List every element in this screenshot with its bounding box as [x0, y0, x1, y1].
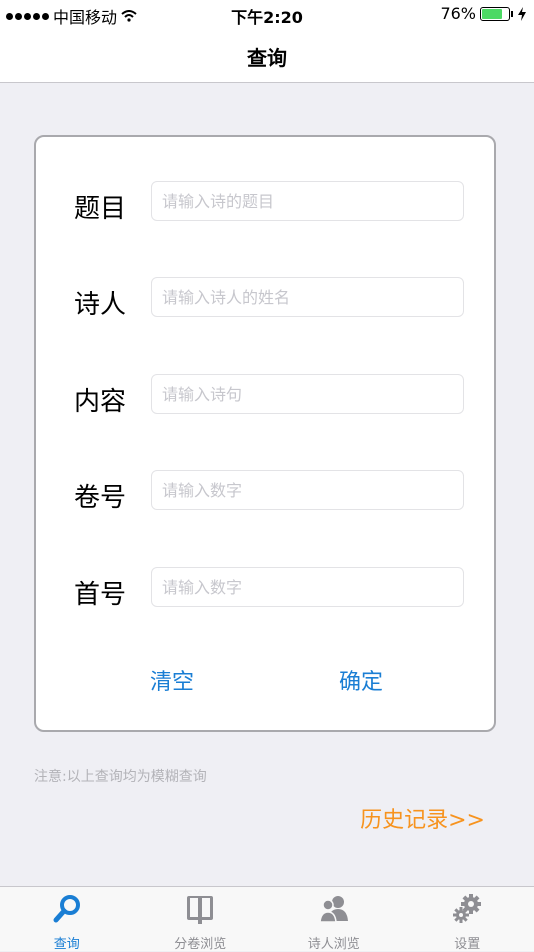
tab-volume-browse-label: 分卷浏览	[134, 933, 268, 952]
content-input[interactable]	[151, 374, 464, 414]
book-icon	[183, 893, 217, 925]
query-form-card: 题目 诗人 内容 卷号 首号 清空 确定	[34, 135, 496, 732]
content-label: 内容	[74, 384, 126, 420]
tab-volume-browse[interactable]: 分卷浏览	[134, 887, 268, 951]
poem-number-label: 首号	[74, 577, 126, 613]
form-row-volume: 卷号	[36, 470, 498, 510]
status-bar: 中国移动 下午2:20 76%	[0, 0, 534, 28]
tab-settings[interactable]: 设置	[401, 887, 534, 951]
battery-percent: 76%	[440, 4, 476, 23]
form-row-title: 题目	[36, 181, 498, 221]
poet-input[interactable]	[151, 277, 464, 317]
tab-poet-browse-label: 诗人浏览	[267, 933, 401, 952]
poet-label: 诗人	[74, 287, 126, 323]
nav-bar: 查询	[0, 28, 534, 83]
tab-poet-browse[interactable]: 诗人浏览	[267, 887, 401, 951]
battery-group: 76%	[440, 4, 526, 23]
form-row-poet: 诗人	[36, 277, 498, 317]
poem-number-input[interactable]	[151, 567, 464, 607]
tab-bar: 查询 分卷浏览 诗人浏览	[0, 886, 534, 951]
tab-settings-label: 设置	[401, 933, 534, 952]
volume-label: 卷号	[74, 480, 126, 516]
history-link[interactable]: 历史记录>>	[360, 802, 485, 834]
people-icon	[317, 893, 351, 925]
form-row-content: 内容	[36, 374, 498, 414]
form-row-poem-number: 首号	[36, 567, 498, 607]
battery-icon	[480, 7, 510, 21]
page-title: 查询	[0, 42, 534, 71]
fuzzy-search-note: 注意:以上查询均为模糊查询	[34, 766, 207, 786]
charging-icon	[518, 7, 526, 21]
title-input[interactable]	[151, 181, 464, 221]
clear-button[interactable]: 清空	[150, 664, 194, 696]
tab-search-label: 查询	[0, 933, 134, 952]
volume-input[interactable]	[151, 470, 464, 510]
confirm-button[interactable]: 确定	[339, 664, 383, 696]
search-icon	[50, 893, 84, 925]
title-label: 题目	[74, 191, 126, 227]
tab-search[interactable]: 查询	[0, 887, 134, 951]
gear-icon	[450, 893, 484, 925]
